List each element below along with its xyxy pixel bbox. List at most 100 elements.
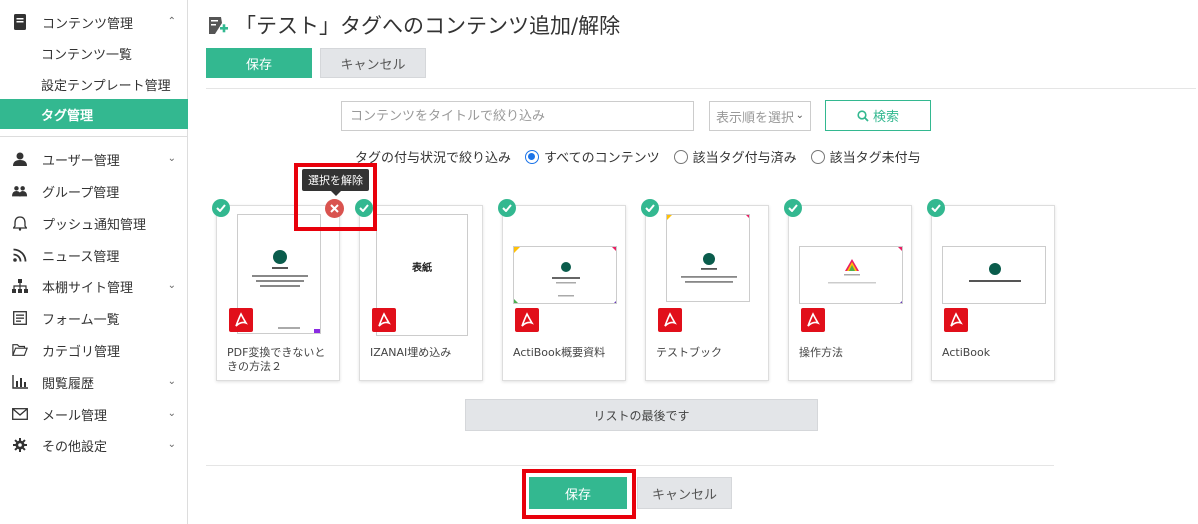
chevron-down-icon: ⌄ <box>167 280 176 291</box>
sidebar-item-label: 閲覧履歴 <box>42 376 95 392</box>
card-thumbnail-text: 表紙 <box>412 263 432 274</box>
sidebar-item-push-mgmt[interactable]: プッシュ通知管理 <box>0 208 188 238</box>
main-content: 「テスト」タグへのコンテンツ追加/解除 保存 キャンセル 表示順を選択 ⌄ 検索… <box>189 0 1198 524</box>
content-card[interactable]: ActiBook <box>931 205 1055 381</box>
chevron-down-icon: ⌄ <box>167 376 176 387</box>
sidebar-item-label: ニュース管理 <box>42 249 120 265</box>
mail-icon <box>12 406 28 422</box>
sidebar-item-label: コンテンツ管理 <box>42 16 134 32</box>
card-thumbnail <box>513 246 617 304</box>
card-label: IZANAI埋め込み <box>370 346 452 359</box>
list-end-indicator: リストの最後です <box>465 399 818 431</box>
content-card[interactable]: テストブック <box>645 205 769 381</box>
radio-tagged[interactable]: 該当タグ付与済み <box>673 147 797 166</box>
pdf-icon <box>801 308 825 332</box>
divider <box>206 88 1196 89</box>
pdf-icon <box>944 308 968 332</box>
sidebar-item-template-mgmt[interactable]: 設定テンプレート管理 <box>0 70 188 98</box>
user-icon <box>12 151 28 167</box>
chevron-down-icon: ⌄ <box>167 153 176 164</box>
radio-circle <box>673 149 688 164</box>
card-label: ActiBook <box>942 346 991 359</box>
sidebar-item-category-mgmt[interactable]: カテゴリ管理 <box>0 335 188 365</box>
radio-circle <box>810 149 825 164</box>
document-icon <box>12 14 28 30</box>
cancel-button-bottom[interactable]: キャンセル <box>637 477 732 509</box>
sidebar-item-group-mgmt[interactable]: グループ管理 <box>0 176 188 206</box>
sidebar-item-news-mgmt[interactable]: ニュース管理 <box>0 240 188 270</box>
content-card[interactable]: ActiBook概要資料 <box>502 205 626 381</box>
filter-label: タグの付与状況で絞り込み <box>355 151 512 166</box>
sidebar-item-user-mgmt[interactable]: ユーザー管理 ⌄ <box>0 144 188 174</box>
radio-label: 該当タグ未付与 <box>829 151 921 166</box>
check-icon[interactable] <box>641 199 659 217</box>
folder-open-icon <box>12 342 28 358</box>
form-icon <box>12 310 28 326</box>
page-title-text: 「テスト」タグへのコンテンツ追加/解除 <box>235 14 621 38</box>
radio-all-contents[interactable]: すべてのコンテンツ <box>525 147 660 166</box>
pdf-icon <box>229 308 253 332</box>
card-thumbnail <box>942 246 1046 304</box>
pdf-icon <box>658 308 682 332</box>
sidebar-item-label: グループ管理 <box>42 185 120 201</box>
pdf-icon <box>372 308 396 332</box>
search-button-label: 検索 <box>872 109 899 124</box>
search-input[interactable] <box>341 101 694 131</box>
highlight-box <box>294 163 377 231</box>
card-label: ActiBook概要資料 <box>513 346 606 359</box>
sidebar-item-label: ユーザー管理 <box>42 153 120 169</box>
radio-circle <box>525 149 540 164</box>
pdf-icon <box>515 308 539 332</box>
sidebar-item-label: 本棚サイト管理 <box>42 280 134 296</box>
card-label: PDF変換できないときの方法２ <box>227 346 326 373</box>
chevron-down-icon: ⌄ <box>795 110 804 121</box>
highlight-box <box>522 469 636 519</box>
chevron-down-icon: ⌄ <box>167 439 176 450</box>
sort-select[interactable]: 表示順を選択 ⌄ <box>709 101 811 131</box>
tag-add-icon <box>207 14 229 36</box>
chevron-up-icon: ⌃ <box>167 16 176 27</box>
sidebar: コンテンツ管理 ⌃ コンテンツ一覧 設定テンプレート管理 タグ管理 ユーザー管理… <box>0 0 188 524</box>
sidebar-item-content-list[interactable]: コンテンツ一覧 <box>0 39 188 67</box>
check-icon[interactable] <box>784 199 802 217</box>
group-icon <box>12 183 28 199</box>
divider <box>206 465 1054 466</box>
chevron-down-icon: ⌄ <box>167 408 176 419</box>
sidebar-item-history[interactable]: 閲覧履歴 ⌄ <box>0 367 188 397</box>
bell-icon <box>12 215 28 231</box>
content-card[interactable]: 表紙 IZANAI埋め込み <box>359 205 483 381</box>
card-thumbnail <box>666 214 750 302</box>
radio-label: すべてのコンテンツ <box>544 151 660 166</box>
sitemap-icon <box>12 278 28 294</box>
page-title: 「テスト」タグへのコンテンツ追加/解除 <box>207 10 620 40</box>
sidebar-item-label: カテゴリ管理 <box>42 344 121 360</box>
search-button[interactable]: 検索 <box>825 100 931 131</box>
gear-icon <box>12 437 28 453</box>
check-icon[interactable] <box>927 199 945 217</box>
card-label: テストブック <box>656 346 722 359</box>
sidebar-item-content-mgmt[interactable]: コンテンツ管理 ⌃ <box>0 7 188 37</box>
sidebar-item-form-list[interactable]: フォーム一覧 <box>0 303 188 333</box>
radio-untagged[interactable]: 該当タグ未付与 <box>810 147 921 166</box>
sidebar-item-shelf-mgmt[interactable]: 本棚サイト管理 ⌄ <box>0 271 188 301</box>
check-icon[interactable] <box>212 199 230 217</box>
sidebar-item-tag-mgmt[interactable]: タグ管理 <box>0 99 188 129</box>
bar-chart-icon <box>12 374 28 390</box>
content-card[interactable]: 操作方法 <box>788 205 912 381</box>
sidebar-item-other-settings[interactable]: その他設定 ⌄ <box>0 430 188 460</box>
save-button-top[interactable]: 保存 <box>206 48 312 78</box>
cancel-button-top[interactable]: キャンセル <box>320 48 426 78</box>
sidebar-item-label: その他設定 <box>42 439 108 455</box>
search-icon <box>857 109 869 122</box>
sidebar-divider <box>0 136 187 137</box>
content-card[interactable]: PDF変換できないときの方法２ <box>216 205 340 381</box>
card-label: 操作方法 <box>799 346 843 359</box>
check-icon[interactable] <box>498 199 516 217</box>
rss-icon <box>12 247 28 263</box>
sort-select-value: 表示順を選択 <box>716 110 795 126</box>
sidebar-item-mail-mgmt[interactable]: メール管理 ⌄ <box>0 399 188 429</box>
sidebar-item-label: メール管理 <box>42 408 108 424</box>
radio-label: 該当タグ付与済み <box>692 151 797 166</box>
card-thumbnail <box>799 246 903 304</box>
sidebar-item-label: フォーム一覧 <box>42 312 120 328</box>
